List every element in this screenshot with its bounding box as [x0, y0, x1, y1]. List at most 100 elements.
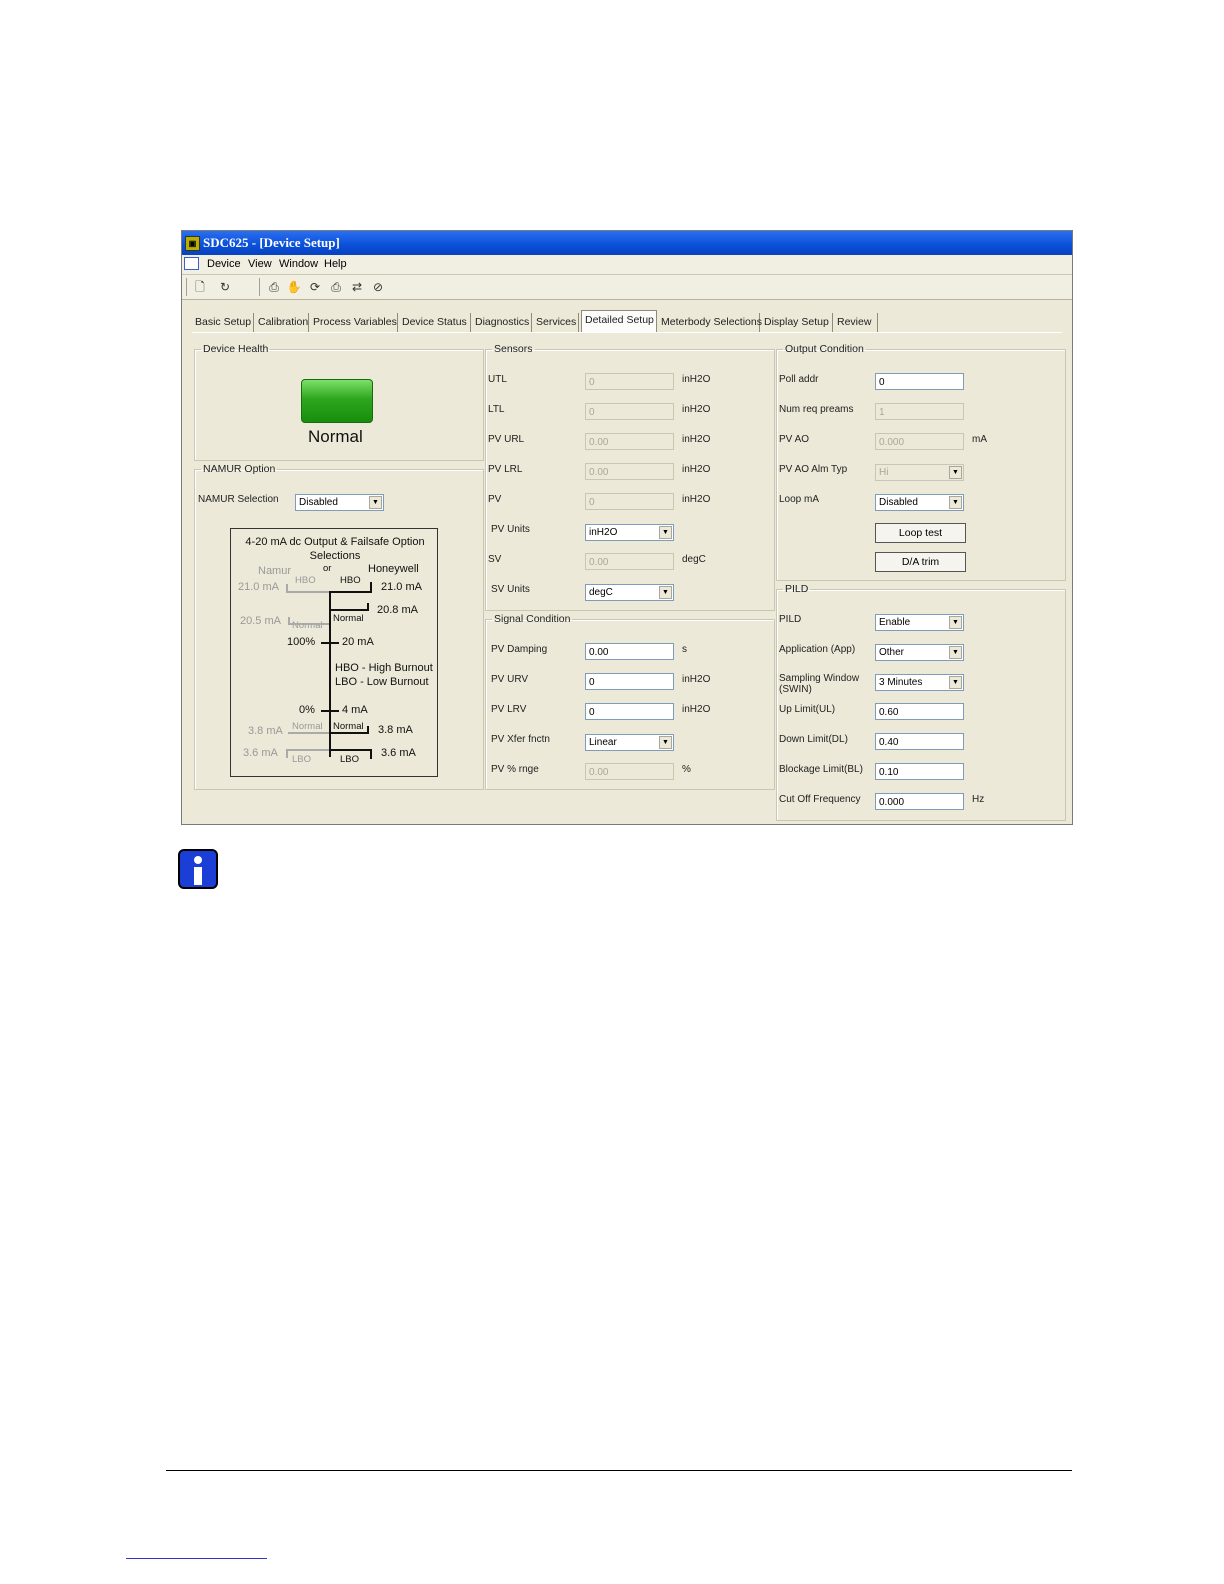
namur-selection-value: Disabled: [299, 497, 338, 508]
menu-device[interactable]: Device: [207, 258, 241, 270]
tab-diagnostics[interactable]: Diagnostics: [472, 313, 532, 332]
menu-window[interactable]: Window: [279, 258, 318, 270]
chevron-down-icon[interactable]: ▼: [369, 496, 382, 509]
tab-detailed-setup[interactable]: Detailed Setup: [581, 310, 657, 332]
lbo-arrow: [370, 749, 372, 759]
down-limit-field[interactable]: 0.40: [875, 733, 964, 750]
cutoff-frequency-field[interactable]: 0.000: [875, 793, 964, 810]
app-window: ▣ SDC625 - [Device Setup] Device View Wi…: [181, 230, 1073, 825]
refresh-icon[interactable]: ⟳: [307, 279, 323, 295]
poll-addr-field[interactable]: 0: [875, 373, 964, 390]
tab-services[interactable]: Services: [533, 313, 579, 332]
sv-units-dropdown[interactable]: degC ▼: [585, 584, 674, 601]
printer-icon[interactable]: ⎙: [328, 279, 344, 295]
pv-damping-label: PV Damping: [491, 644, 548, 655]
tab-basic-setup[interactable]: Basic Setup: [192, 313, 254, 332]
pv-lrv-field[interactable]: 0: [585, 703, 674, 720]
tab-meterbody-selections[interactable]: Meterbody Selections: [658, 313, 762, 332]
diagram-honeywell: Honeywell: [368, 563, 419, 575]
open-icon[interactable]: ↻: [217, 279, 233, 295]
da-trim-button[interactable]: D/A trim: [875, 552, 966, 572]
pv-urv-unit: inH2O: [682, 674, 711, 685]
namur-normal-top: Normal: [292, 620, 323, 631]
pv-damping-field[interactable]: 0.00: [585, 643, 674, 660]
up-limit-field[interactable]: 0.60: [875, 703, 964, 720]
document-icon[interactable]: [184, 257, 199, 270]
pv-units-value: inH2O: [589, 527, 618, 538]
namur-option-legend: NAMUR Option: [203, 463, 276, 475]
footer-link-underline: [126, 1558, 267, 1559]
tab-review[interactable]: Review: [834, 313, 878, 332]
chevron-down-icon[interactable]: ▼: [949, 616, 962, 629]
hand-icon[interactable]: ✋: [286, 279, 302, 295]
title-bar[interactable]: ▣ SDC625 - [Device Setup]: [182, 231, 1072, 255]
namur-20-5-arrow: [288, 617, 290, 625]
sv-unit: degC: [682, 554, 706, 565]
chevron-down-icon[interactable]: ▼: [659, 526, 672, 539]
diagram-title: 4-20 mA dc Output & Failsafe Option Sele…: [245, 536, 425, 562]
down-limit-label: Down Limit(DL): [779, 734, 848, 745]
label-4ma: 4 mA: [342, 704, 368, 716]
diagram-namur: Namur: [258, 565, 292, 577]
tab-process-variables[interactable]: Process Variables: [310, 313, 398, 332]
pv-url-label: PV URL: [488, 434, 525, 445]
honeywell-3-6ma: 3.6 mA: [381, 747, 416, 759]
pv-units-label: PV Units: [491, 524, 530, 535]
pv-units-dropdown[interactable]: inH2O ▼: [585, 524, 674, 541]
sampling-window-dropdown[interactable]: 3 Minutes ▼: [875, 674, 964, 691]
pild-dropdown[interactable]: Enable ▼: [875, 614, 964, 631]
loop-ma-dropdown[interactable]: Disabled ▼: [875, 494, 964, 511]
blockage-limit-field[interactable]: 0.10: [875, 763, 964, 780]
tab-calibration[interactable]: Calibration: [255, 313, 309, 332]
namur-selection-dropdown[interactable]: Disabled ▼: [295, 494, 384, 511]
sv-label: SV: [488, 554, 502, 565]
pv-xfer-dropdown[interactable]: Linear ▼: [585, 734, 674, 751]
pv-urv-label: PV URV: [491, 674, 529, 685]
num-req-preams-field: 1: [875, 403, 964, 420]
chevron-down-icon[interactable]: ▼: [949, 646, 962, 659]
namur-20-5-line: [288, 623, 329, 625]
chevron-down-icon[interactable]: ▼: [659, 736, 672, 749]
hbo-arrow: [370, 582, 372, 592]
namur-selection-label: NAMUR Selection: [198, 494, 279, 505]
pv-ao-alm-type-dropdown: Hi ▼: [875, 464, 964, 481]
namur-hbo-line: [286, 591, 329, 593]
application-dropdown[interactable]: Other ▼: [875, 644, 964, 661]
honeywell-21ma: 21.0 mA: [381, 581, 422, 593]
menu-view[interactable]: View: [248, 258, 272, 270]
pv-damping-unit: s: [682, 644, 687, 655]
pv-ao-alm-type-label: PV AO Alm Typ: [779, 464, 848, 475]
arrow-20-8: [367, 603, 369, 611]
tab-device-status[interactable]: Device Status: [399, 313, 471, 332]
namur-3-6-line: [288, 749, 329, 751]
loop-test-button[interactable]: Loop test: [875, 523, 966, 543]
arrow-3-8: [367, 726, 369, 734]
utl-unit: inH2O: [682, 374, 711, 385]
namur-hbo-arrow: [286, 584, 288, 593]
new-icon[interactable]: 🗋: [192, 279, 208, 295]
pv-url-unit: inH2O: [682, 434, 711, 445]
pv-range-unit: %: [682, 764, 691, 775]
pv-lrl-label: PV LRL: [488, 464, 523, 475]
information-icon-dot: [194, 856, 202, 864]
chevron-down-icon[interactable]: ▼: [659, 586, 672, 599]
pild-legend: PILD: [785, 583, 809, 595]
pv-xfer-label: PV Xfer fnctn: [491, 734, 550, 745]
namur-lbo: LBO: [292, 754, 312, 765]
namur-20-5ma: 20.5 mA: [240, 615, 281, 627]
hbo-line: [329, 591, 372, 593]
pv-ao-unit: mA: [972, 434, 987, 445]
stop-icon[interactable]: ⊘: [370, 279, 386, 295]
information-icon-stem: [194, 867, 202, 885]
pv-lrv-unit: inH2O: [682, 704, 711, 715]
pv-urv-field[interactable]: 0: [585, 673, 674, 690]
chevron-down-icon[interactable]: ▼: [949, 496, 962, 509]
menu-help[interactable]: Help: [324, 258, 347, 270]
sync-icon[interactable]: ⇄: [349, 279, 365, 295]
tab-display-setup[interactable]: Display Setup: [761, 313, 833, 332]
honeywell-normal-top: Normal: [333, 613, 364, 624]
line-3-8: [329, 732, 369, 734]
namur-3-8-line: [288, 732, 329, 734]
chevron-down-icon[interactable]: ▼: [949, 676, 962, 689]
print-preview-icon[interactable]: ⎙: [266, 279, 282, 295]
